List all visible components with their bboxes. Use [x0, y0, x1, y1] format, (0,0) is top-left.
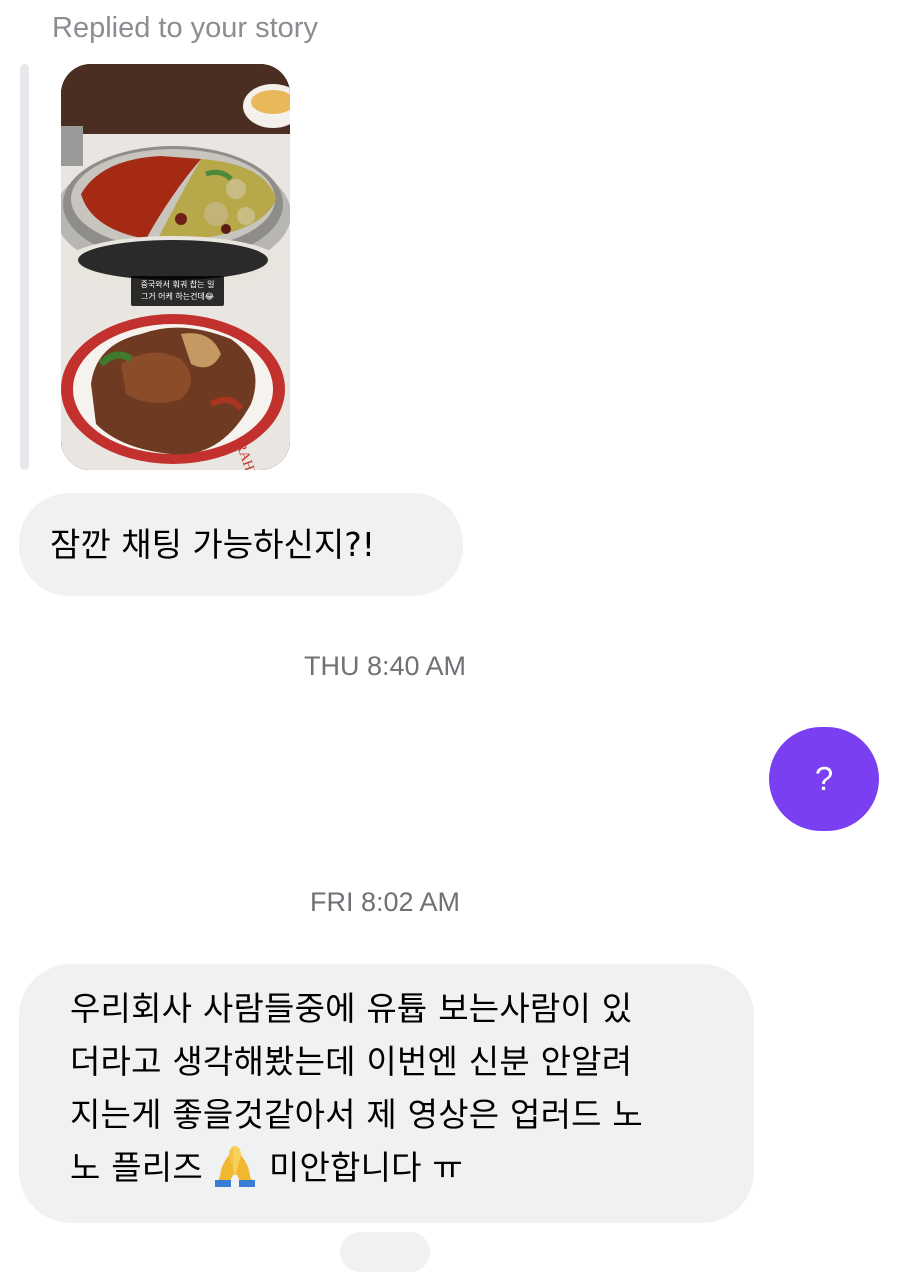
- story-caption-line-2: 그거 어케 하는건데😂: [140, 292, 215, 301]
- story-caption-line-1: 중국와서 훠궈 찹는 일: [140, 280, 215, 289]
- story-photo: RAHEI: [61, 64, 290, 470]
- outgoing-message-bubble[interactable]: ?: [769, 727, 879, 831]
- partial-next-bubble: [340, 1232, 430, 1272]
- message-text: ?: [814, 760, 834, 797]
- message-line-with-emoji: 노 플리즈 미안합니다 ㅠ: [70, 1141, 734, 1202]
- story-thumbnail[interactable]: RAHEI 중국와서 훠궈 찹는 일 그거 어케 하는건데😂: [61, 64, 290, 470]
- story-caption: 중국와서 훠궈 찹는 일 그거 어케 하는건데😂: [131, 276, 224, 306]
- message-line: 지는게 좋을것같아서 제 영상은 업러드 노: [70, 1095, 643, 1134]
- incoming-message-bubble[interactable]: 우리회사 사람들중에 유튭 보는사람이 있 더라고 생각해봤는데 이번엔 신분 …: [19, 964, 754, 1223]
- message-line: 우리회사 사람들중에 유튭 보는사람이 있: [70, 989, 633, 1028]
- timestamp-divider: THU 8:40 AM: [303, 651, 467, 681]
- message-line: 노 플리즈: [70, 1148, 203, 1187]
- reply-indicator-bar: [20, 64, 29, 470]
- message-line: 미안합니다 ㅠ: [268, 1148, 463, 1187]
- message-line: 더라고 생각해봤는데 이번엔 신분 안알려: [70, 1042, 633, 1081]
- timestamp-divider: FRI 8:02 AM: [309, 887, 461, 917]
- folded-hands-icon: [214, 1143, 255, 1202]
- incoming-message-bubble[interactable]: 잠깐 채팅 가능하신지?!: [19, 493, 463, 596]
- message-text: 잠깐 채팅 가능하신지?!: [50, 525, 375, 564]
- reply-label: Replied to your story: [52, 12, 318, 44]
